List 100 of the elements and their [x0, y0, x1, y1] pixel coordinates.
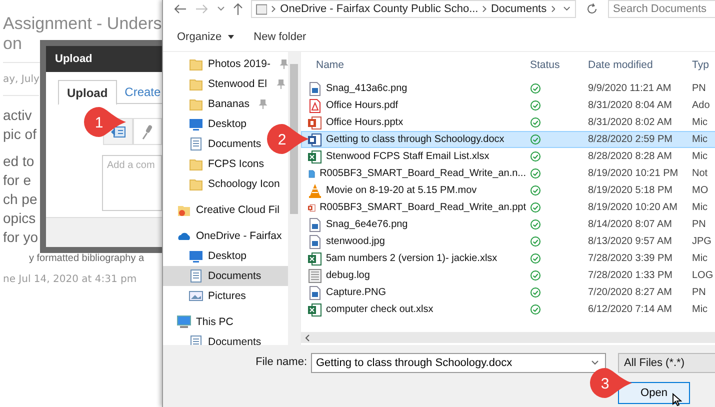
up-arrow-icon — [233, 3, 243, 15]
file-type: Mic — [691, 253, 709, 264]
folder-icon — [189, 57, 203, 71]
nav-item[interactable]: Documents — [163, 266, 288, 286]
open-button[interactable]: Open — [618, 382, 690, 404]
file-name-field[interactable]: Getting to class through Schoology.docx — [311, 353, 606, 373]
file-name[interactable]: 5am numbers 2 (version 1)- jackie.xlsx — [326, 253, 498, 264]
file-row[interactable]: Getting to class through Schoology.docx 8/28/2020 2:59 PM Mic — [301, 131, 715, 148]
document-icon — [189, 269, 203, 283]
file-row[interactable]: R005BF3_SMART_Board_Read_Write_an.ppt 8/19/2020 10:20 AM Mic — [301, 199, 715, 216]
record-button[interactable] — [132, 118, 162, 145]
nav-item[interactable]: Stenwood El — [163, 74, 287, 94]
file-name[interactable]: Capture.PNG — [326, 287, 386, 298]
desktop-icon — [189, 117, 203, 131]
desktop-icon — [189, 249, 203, 263]
file-name[interactable]: Stenwood FCPS Staff Email List.xlsx — [326, 151, 490, 162]
nav-item[interactable]: OneDrive - Fairfax — [163, 226, 284, 246]
document-icon — [189, 137, 203, 151]
body-text: for e — [3, 171, 32, 190]
callout-badge: 2 — [265, 122, 311, 156]
check-circle-icon — [530, 270, 541, 281]
file-name[interactable]: Getting to class through Schoology.docx — [326, 134, 504, 145]
column-header[interactable]: Date modified — [584, 59, 688, 71]
file-type: Ado — [691, 100, 711, 111]
file-type-dropdown[interactable]: All Files (*.*) — [618, 353, 715, 373]
organize-menu[interactable]: Organize — [177, 30, 234, 42]
file-name[interactable]: Office Hours.pptx — [326, 117, 404, 128]
body-text: ed to — [3, 152, 36, 171]
nav-item[interactable]: FCPS Icons — [163, 154, 266, 174]
body-text: y formatted bibliography a — [29, 253, 146, 264]
column-header[interactable]: Typ — [688, 59, 715, 71]
file-name[interactable]: Movie on 8-19-20 at 5.15 PM.mov — [326, 185, 477, 196]
spreadsheet-file-icon — [308, 302, 322, 316]
pdf-file-icon — [308, 98, 322, 112]
picture-icon — [189, 289, 203, 303]
computer-icon — [177, 315, 191, 329]
search-field[interactable]: Search Documents — [608, 0, 715, 18]
file-row[interactable]: Capture.PNG 7/20/2020 8:27 AM PN — [301, 284, 715, 301]
nav-item[interactable]: Bananas — [163, 94, 270, 114]
tab[interactable]: Create — [116, 80, 162, 104]
nav-item[interactable]: Creative Cloud Fil — [163, 200, 282, 220]
traffic-cone-icon — [308, 184, 322, 198]
image-file-icon — [308, 234, 322, 248]
date-text: ay, July — [3, 63, 39, 96]
folder-icon — [189, 97, 203, 111]
breadcrumb[interactable]: OneDrive - Fairfax County Public Scho... — [280, 3, 478, 15]
file-type: JPG — [691, 236, 712, 247]
file-row[interactable]: Snag_6e4e76.png 8/14/2020 8:07 AM PN — [301, 216, 715, 233]
scrollbar[interactable] — [301, 332, 715, 343]
file-row[interactable]: 5am numbers 2 (version 1)- jackie.xlsx 7/28/2020 3:39 PM Mic — [301, 250, 715, 267]
check-circle-icon — [530, 151, 541, 162]
nav-item[interactable]: Documents — [163, 134, 264, 154]
nav-item[interactable]: This PC — [163, 312, 236, 332]
body-text: opics — [3, 209, 37, 228]
file-row[interactable]: Office Hours.pdf 8/31/2020 8:04 AM Ado — [301, 97, 715, 114]
nav-item[interactable]: Photos 2019- — [163, 54, 288, 74]
refresh-icon — [586, 3, 598, 15]
date-modified: 8/19/2020 10:21 PM — [587, 168, 680, 179]
date-modified: 8/31/2020 8:04 AM — [587, 100, 673, 111]
file-row[interactable]: R005BF3_SMART_Board_Read_Write_an.n... 8/19/2020 10:21 PM Not — [301, 165, 715, 182]
body-text: pic of — [3, 125, 38, 144]
column-header[interactable]: Status — [526, 59, 584, 71]
column-header[interactable]: Name — [302, 59, 526, 71]
date-modified: 8/13/2020 9:57 AM — [587, 236, 673, 247]
file-row[interactable]: Movie on 8-19-20 at 5.15 PM.mov 8/19/2020 5:18 PM MO — [301, 182, 715, 199]
file-name[interactable]: computer check out.xlsx — [326, 304, 434, 315]
nav-item[interactable]: Desktop — [163, 114, 249, 134]
date-modified: 7/28/2020 3:39 PM — [587, 253, 674, 264]
comment-field[interactable]: Add a com — [102, 155, 162, 211]
spreadsheet-file-icon — [308, 252, 322, 266]
chevron-right-icon — [482, 5, 487, 13]
file-type: Not — [691, 168, 709, 179]
date-modified: 7/20/2020 8:27 AM — [587, 287, 673, 298]
file-row[interactable]: Snag_413a6c.png 9/9/2020 11:21 AM PN — [301, 80, 715, 97]
microphone-icon — [141, 124, 154, 140]
check-circle-icon — [530, 168, 541, 179]
file-name[interactable]: debug.log — [326, 270, 370, 281]
breadcrumb[interactable]: Documents — [490, 3, 547, 15]
file-name[interactable]: Snag_6e4e76.png — [326, 219, 408, 230]
date-modified: 9/9/2020 11:21 AM — [587, 83, 672, 94]
nav-item[interactable]: Schoology Icon — [163, 174, 282, 194]
check-circle-icon — [530, 236, 541, 247]
file-name[interactable]: R005BF3_SMART_Board_Read_Write_an.ppt — [320, 202, 526, 213]
tab[interactable]: Upload — [58, 80, 117, 105]
file-row[interactable]: debug.log 7/28/2020 1:33 PM LOG — [301, 267, 715, 284]
scrollbar[interactable] — [288, 52, 300, 345]
new-folder-button[interactable]: New folder — [254, 30, 306, 42]
file-name[interactable]: Office Hours.pdf — [326, 100, 398, 111]
file-type: Mic — [691, 151, 709, 162]
file-row[interactable]: computer check out.xlsx 6/12/2020 7:14 AM Mic — [301, 301, 715, 318]
file-name[interactable]: stenwood.jpg — [326, 236, 385, 247]
nav-item[interactable]: Pictures — [163, 286, 248, 306]
body-text: activ — [3, 106, 33, 125]
chevron-down-icon — [217, 6, 225, 12]
file-row[interactable]: stenwood.jpg 8/13/2020 9:57 AM JPG — [301, 233, 715, 250]
file-name[interactable]: R005BF3_SMART_Board_Read_Write_an.n... — [320, 168, 526, 179]
chevron-left-icon — [305, 334, 310, 342]
address-bar[interactable]: OneDrive - Fairfax County Public Scho... Documents — [251, 0, 576, 18]
file-name[interactable]: Snag_413a6c.png — [326, 83, 408, 94]
nav-item[interactable]: Desktop — [163, 246, 249, 266]
